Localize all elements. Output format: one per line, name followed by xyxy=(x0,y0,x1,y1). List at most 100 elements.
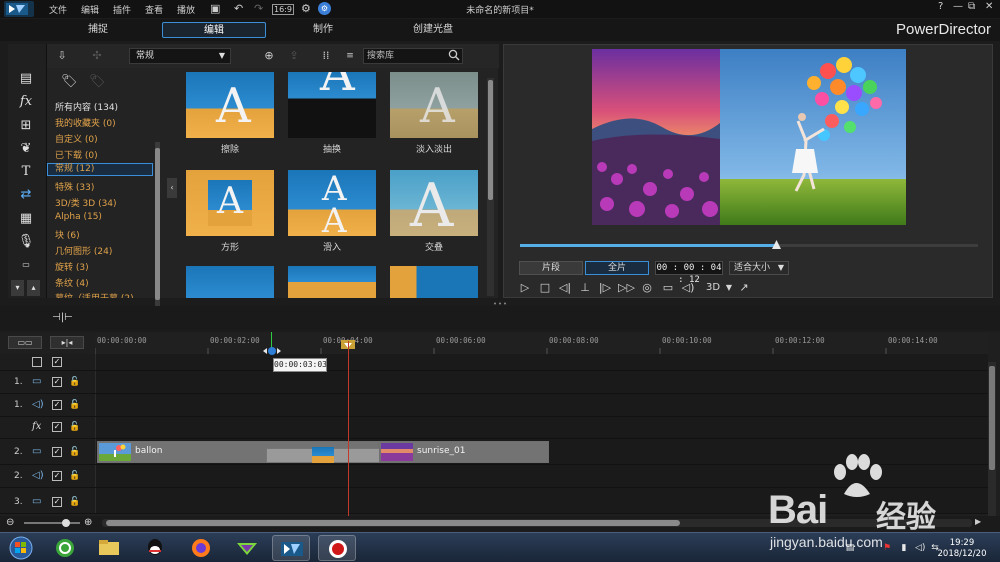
taskbar-file-explorer[interactable] xyxy=(90,535,128,561)
taskbar-video-app[interactable] xyxy=(228,535,266,561)
timeline-horizontal-scrollbar[interactable] xyxy=(102,519,972,527)
particle-room-icon[interactable]: ❦ xyxy=(17,141,35,157)
lock-icon[interactable]: 🔓 xyxy=(69,422,80,432)
track-enable-checkbox[interactable]: ✓ xyxy=(52,422,62,432)
category-item[interactable]: 条纹 (4) xyxy=(55,276,89,289)
transition-thumbnail[interactable] xyxy=(186,266,274,298)
lock-icon[interactable]: 🔓 xyxy=(69,471,80,481)
network-icon[interactable]: ▮ xyxy=(899,543,909,553)
category-item[interactable]: 所有内容 (134) xyxy=(55,100,118,113)
tab-edit[interactable]: 编辑 xyxy=(162,22,266,38)
menu-view[interactable]: 查看 xyxy=(145,3,163,16)
next-frame-icon[interactable]: |▷ xyxy=(598,281,612,295)
volume-icon[interactable]: ◁) xyxy=(681,281,695,295)
category-item[interactable]: Alpha (15) xyxy=(55,212,102,222)
voice-over-icon[interactable]: 🎙 xyxy=(17,234,35,250)
play-icon[interactable]: ▷ xyxy=(518,281,532,295)
category-item[interactable]: 已下载 (0) xyxy=(55,148,98,161)
menu-playback[interactable]: 播放 xyxy=(177,3,195,16)
taskbar-screen-recorder[interactable] xyxy=(318,535,356,561)
preview-seek-bar[interactable] xyxy=(520,244,978,247)
lock-icon[interactable]: 🔓 xyxy=(69,377,80,387)
taskbar-powerdirector[interactable] xyxy=(272,535,310,561)
category-scrollbar[interactable] xyxy=(155,142,160,320)
pip-objects-icon[interactable]: ⊞ xyxy=(17,118,35,134)
snapshot-icon[interactable]: ◎ xyxy=(640,281,654,295)
chevron-up-icon[interactable]: ▴ xyxy=(27,280,40,296)
previous-frame-icon[interactable]: ◁| xyxy=(558,281,572,295)
chevron-down-icon[interactable]: ▼ xyxy=(722,281,736,295)
redo-icon[interactable]: ↷ xyxy=(254,2,263,15)
zoom-slider[interactable] xyxy=(24,522,80,524)
timecode-display[interactable]: 00 : 00 : 04 : 12 xyxy=(655,261,723,285)
undo-icon[interactable]: ↶ xyxy=(234,2,243,15)
menu-edit[interactable]: 编辑 xyxy=(81,3,99,16)
transition-thumbnail-overlap[interactable]: A xyxy=(390,170,478,236)
search-icon[interactable] xyxy=(448,49,460,61)
storyboard-view-button[interactable]: ▭▭ xyxy=(8,336,42,349)
transition-thumbnail-slide[interactable]: A A xyxy=(288,170,376,236)
scroll-thumb[interactable] xyxy=(989,366,995,470)
category-dropdown[interactable]: 常规 ▼ xyxy=(129,48,231,64)
add-to-timeline-icon[interactable]: ⊕ xyxy=(263,50,275,62)
audio-mixing-icon[interactable]: ▦ xyxy=(17,211,35,227)
subtitle-room-icon[interactable]: ▭ xyxy=(17,257,35,273)
category-item[interactable]: 自定义 (0) xyxy=(55,132,98,145)
playhead-line[interactable] xyxy=(348,341,349,516)
scroll-thumb[interactable] xyxy=(106,520,680,526)
scroll-right-arrow[interactable]: ▶ xyxy=(975,517,981,526)
category-item[interactable]: 几何图形 (24) xyxy=(55,244,112,257)
enable-all-checkbox[interactable]: ✓ xyxy=(52,357,62,367)
tab-capture[interactable]: 捕捉 xyxy=(46,22,150,38)
settings-gear-icon[interactable]: ⚙ xyxy=(301,2,311,15)
seek-handle[interactable] xyxy=(772,240,782,249)
aspect-ratio-icon[interactable]: 16:9 xyxy=(272,4,294,15)
grid-view-icon[interactable]: ⁞⁞ xyxy=(320,50,332,62)
track-enable-checkbox[interactable]: ✓ xyxy=(52,471,62,481)
start-button[interactable] xyxy=(4,535,38,561)
transition-thumbnail-square[interactable]: A xyxy=(186,170,274,236)
sort-icon[interactable]: ≡ xyxy=(344,50,356,62)
video-clip-sunrise[interactable]: sunrise_01 xyxy=(379,441,549,463)
menu-plugins[interactable]: 插件 xyxy=(113,3,131,16)
clip-mode-button[interactable]: 片段 xyxy=(519,261,583,275)
zoom-in-icon[interactable]: ⊕ xyxy=(84,517,92,528)
track-enable-checkbox[interactable]: ✓ xyxy=(52,497,62,507)
update-notification-icon[interactable]: ⚙ xyxy=(318,2,331,15)
fast-forward-icon[interactable]: ▷▷ xyxy=(618,281,635,295)
undock-icon[interactable]: ↗ xyxy=(737,281,751,295)
preview-frame[interactable] xyxy=(592,49,906,225)
help-button[interactable]: ? xyxy=(938,1,943,12)
category-item[interactable]: 旋转 (3) xyxy=(55,260,89,273)
transition-thumbnail-wipe[interactable]: A xyxy=(186,72,274,138)
taskbar-360-browser[interactable] xyxy=(46,535,84,561)
timeline-view-button[interactable]: ▸|◂ xyxy=(50,336,84,349)
taskbar-clock[interactable]: 19:29 2018/12/20 xyxy=(936,538,988,560)
zoom-out-icon[interactable]: ⊖ xyxy=(6,517,14,528)
lock-icon[interactable]: 🔓 xyxy=(69,447,80,457)
taskbar-firefox[interactable] xyxy=(182,535,220,561)
panel-resize-handle[interactable] xyxy=(492,302,508,305)
chevron-left-icon[interactable]: ‹ xyxy=(167,178,177,198)
remove-tag-icon[interactable]: 🏷 xyxy=(89,74,106,89)
restore-button[interactable]: ⧉ xyxy=(968,1,975,12)
3d-mode-button[interactable]: 3D xyxy=(703,281,723,295)
fit-dropdown[interactable]: 适合大小 ▼ xyxy=(729,261,789,275)
category-item-selected[interactable]: 常规 (12) xyxy=(47,163,153,176)
transition-overlap-region[interactable] xyxy=(266,447,380,463)
category-item[interactable]: 3D/类 3D (34) xyxy=(55,196,117,209)
movie-mode-button[interactable]: 全片 xyxy=(585,261,649,275)
security-alert-icon[interactable]: ⚑ xyxy=(882,543,892,553)
fit-timeline-icon[interactable]: ⊣|⊢ xyxy=(52,312,73,323)
apply-all-icon[interactable]: ⇪ xyxy=(288,50,300,62)
track-enable-checkbox[interactable]: ✓ xyxy=(52,447,62,457)
speaker-icon[interactable]: ◁) xyxy=(915,543,925,553)
category-item[interactable]: 我的收藏夹 (0) xyxy=(55,116,116,129)
transition-thumbnail[interactable] xyxy=(390,266,478,298)
keyboard-icon[interactable]: ▤ xyxy=(845,543,855,553)
plugins-icon[interactable]: ✣ xyxy=(91,50,103,62)
scroll-thumb[interactable] xyxy=(155,148,160,300)
stop-icon[interactable]: □ xyxy=(538,281,552,295)
title-room-icon[interactable]: T xyxy=(17,164,35,180)
track-enable-checkbox[interactable]: ✓ xyxy=(52,377,62,387)
